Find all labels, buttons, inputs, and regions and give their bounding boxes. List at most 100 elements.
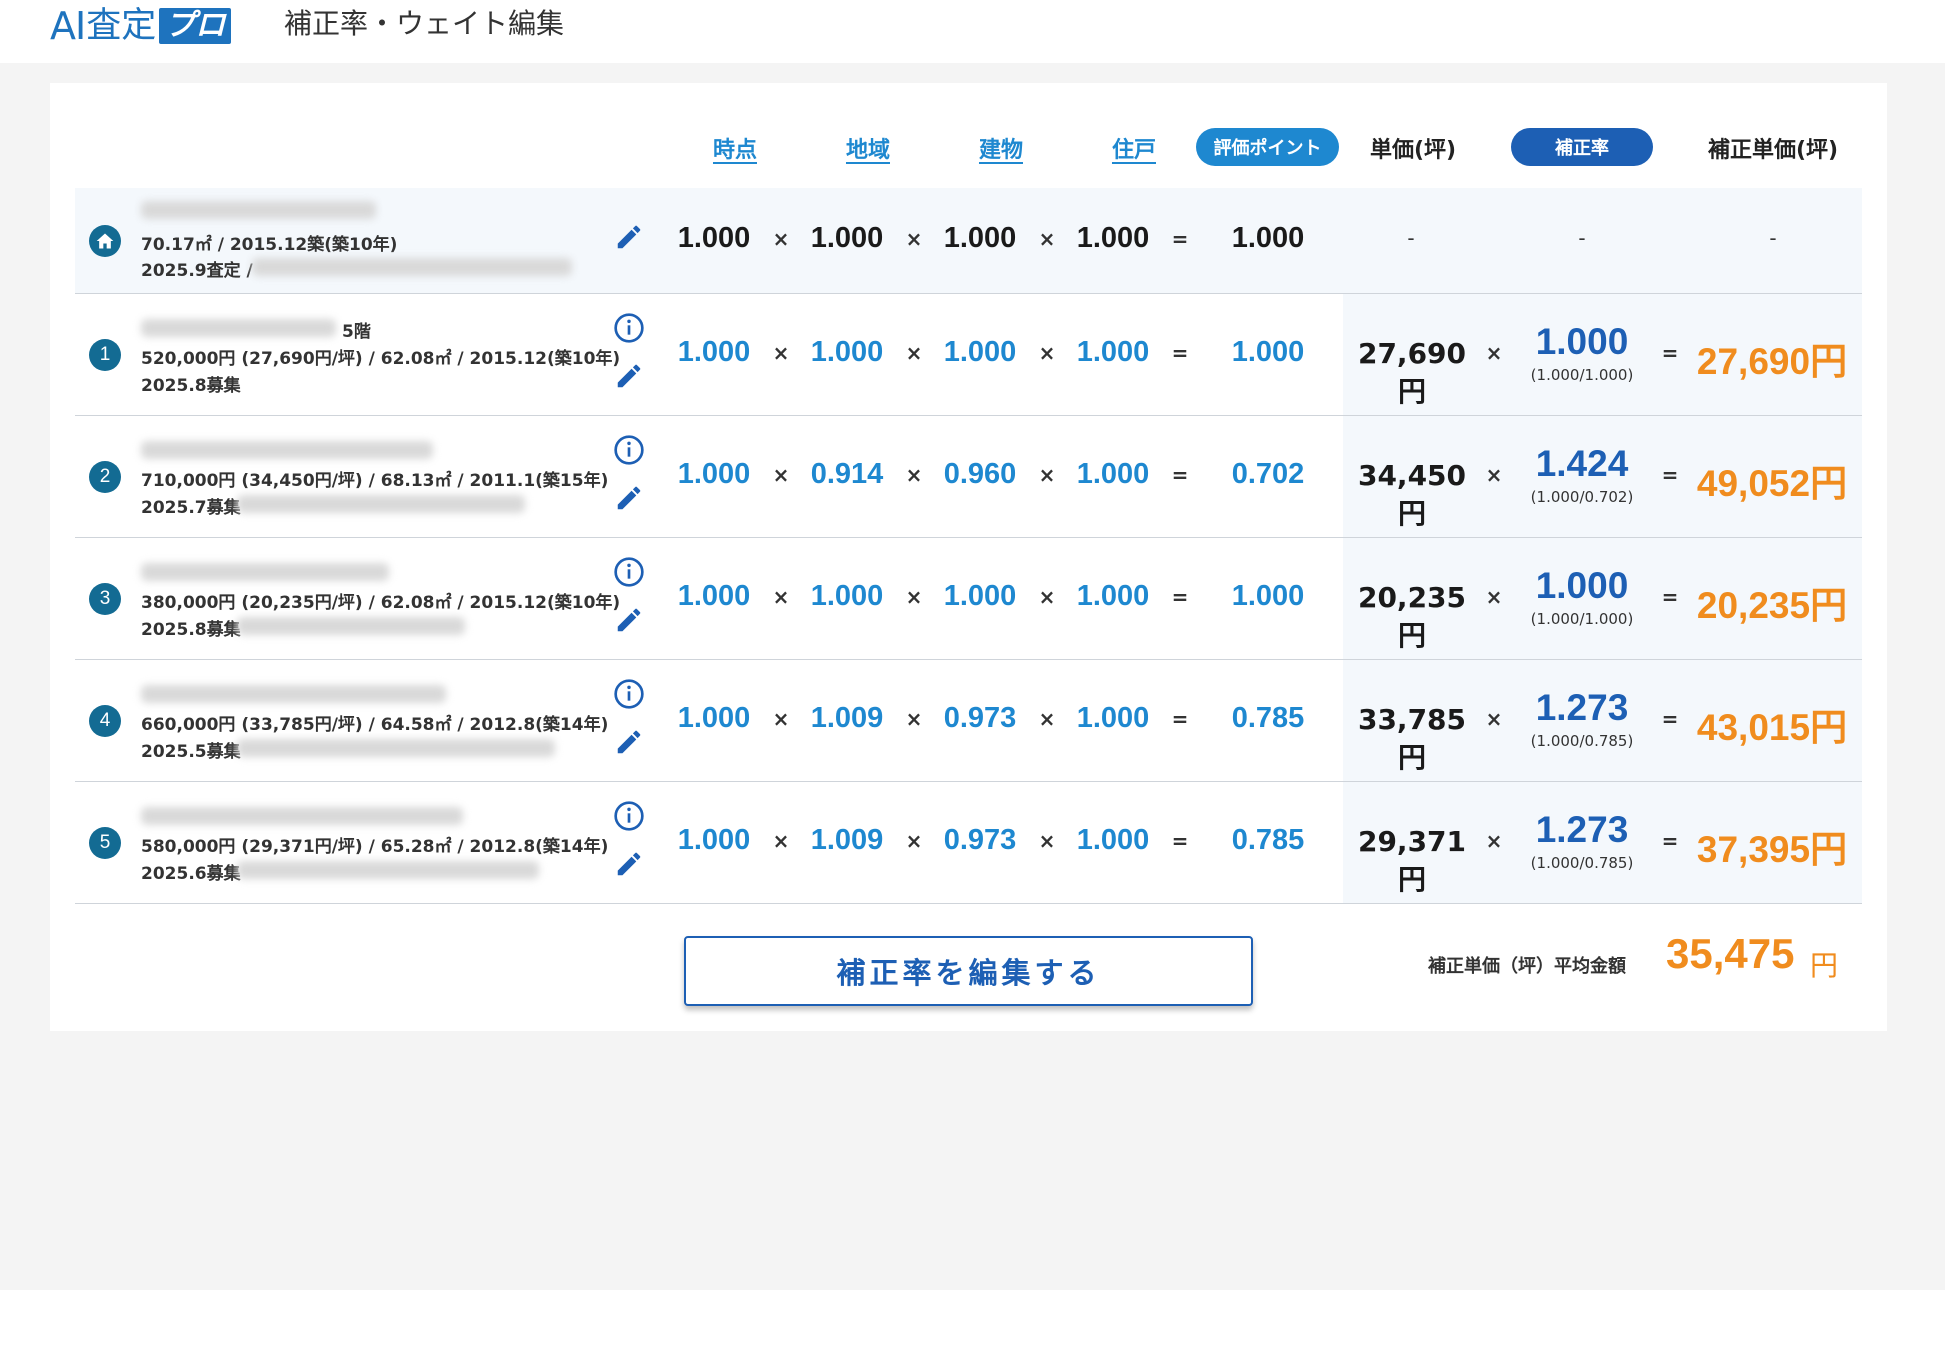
- row-edit-pencil-icon[interactable]: [611, 602, 647, 638]
- equals-sign: =: [1171, 341, 1189, 365]
- row-value-juko: 1.000: [1076, 336, 1150, 368]
- header-juko-link[interactable]: 住戸: [1079, 128, 1189, 168]
- times-sign: ×: [1485, 829, 1503, 853]
- times-sign: ×: [772, 463, 790, 487]
- app-header: AI 査定 プロ 補正率・ウェイト編集: [0, 0, 1945, 63]
- times-sign: ×: [1038, 707, 1056, 731]
- row-number-badge: 1: [89, 339, 121, 371]
- subject-value-tatemono: 1.000: [943, 222, 1017, 254]
- row-correction-rate: 1.273: [1535, 687, 1629, 728]
- times-sign: ×: [1038, 227, 1056, 251]
- row-info-icon[interactable]: [611, 798, 647, 834]
- row-unit-price: 27,690円: [1357, 337, 1467, 408]
- row-number-badge: 2: [89, 461, 121, 493]
- row-corrected-unit-price: 37,395円: [1696, 829, 1848, 870]
- blurred-detail: [237, 739, 555, 757]
- row-info-line1: 660,000円 (33,785円/坪) / 64.58㎡ / 2012.8(築…: [141, 715, 609, 735]
- header-jiten-link[interactable]: 時点: [680, 128, 790, 168]
- row-correction-rate-formula: (1.000/1.000): [1530, 610, 1634, 628]
- blurred-detail: [252, 258, 572, 276]
- equals-sign: =: [1661, 341, 1679, 365]
- equals-sign: =: [1171, 707, 1189, 731]
- subject-info-line2: 2025.9査定 /: [141, 261, 253, 281]
- times-sign: ×: [905, 707, 923, 731]
- times-sign: ×: [1485, 585, 1503, 609]
- times-sign: ×: [1038, 463, 1056, 487]
- row-eval-point: 1.000: [1231, 580, 1305, 612]
- times-sign: ×: [772, 227, 790, 251]
- row-value-jiten: 1.000: [677, 336, 751, 368]
- edit-correction-rate-button[interactable]: 補正率を編集する: [684, 936, 1253, 1006]
- row-edit-pencil-icon[interactable]: [611, 358, 647, 394]
- row-info-icon[interactable]: [611, 554, 647, 590]
- blurred-detail: [237, 617, 465, 635]
- row-eval-point: 0.785: [1231, 824, 1305, 856]
- row-correction-rate-formula: (1.000/0.702): [1530, 488, 1634, 506]
- times-sign: ×: [1485, 463, 1503, 487]
- page-title: 補正率・ウェイト編集: [284, 7, 565, 40]
- times-sign: ×: [1485, 707, 1503, 731]
- row-correction-rate-formula: (1.000/1.000): [1530, 366, 1634, 384]
- subject-value-juko: 1.000: [1076, 222, 1150, 254]
- row-correction-rate: 1.000: [1535, 321, 1629, 362]
- times-sign: ×: [772, 829, 790, 853]
- row-value-juko: 1.000: [1076, 824, 1150, 856]
- row-info-icon[interactable]: [611, 676, 647, 712]
- subject-eval-point: 1.000: [1231, 222, 1305, 254]
- equals-sign: =: [1661, 463, 1679, 487]
- row-unit-price: 33,785円: [1357, 703, 1467, 774]
- subject-unit-price-dash: -: [1407, 226, 1415, 250]
- header-corrected-unit-price: 補正単価(坪): [1707, 138, 1839, 163]
- header-chiiki-link[interactable]: 地域: [813, 128, 923, 168]
- row-value-tatemono: 0.973: [943, 702, 1017, 734]
- times-sign: ×: [1038, 829, 1056, 853]
- row-unit-price: 34,450円: [1357, 459, 1467, 530]
- row-info-line2: 2025.6募集: [141, 864, 241, 884]
- subject-value-chiiki: 1.000: [810, 222, 884, 254]
- row-value-chiiki: 1.000: [810, 580, 884, 612]
- average-unit: 円: [1810, 949, 1839, 982]
- row-info-icon[interactable]: [611, 310, 647, 346]
- blurred-address: [141, 685, 446, 703]
- home-icon: [89, 225, 121, 257]
- row-corrected-unit-price: 20,235円: [1696, 585, 1848, 626]
- row-value-tatemono: 0.973: [943, 824, 1017, 856]
- blurred-address: [141, 319, 336, 337]
- header-correction-rate-pill: 補正率: [1511, 128, 1653, 166]
- row-value-chiiki: 1.009: [810, 702, 884, 734]
- subject-edit-pencil-icon[interactable]: [611, 219, 647, 255]
- row-info-line2: 2025.8募集: [141, 376, 241, 396]
- row-info-line1: 710,000円 (34,450円/坪) / 68.13㎡ / 2011.1(築…: [141, 471, 609, 491]
- times-sign: ×: [1038, 585, 1056, 609]
- row-value-jiten: 1.000: [677, 580, 751, 612]
- row-correction-rate-formula: (1.000/0.785): [1530, 854, 1634, 872]
- row-edit-pencil-icon[interactable]: [611, 846, 647, 882]
- row-info-icon[interactable]: [611, 432, 647, 468]
- row-value-tatemono: 1.000: [943, 580, 1017, 612]
- app-logo[interactable]: AI 査定 プロ: [50, 6, 232, 46]
- row-info-line1: 380,000円 (20,235円/坪) / 62.08㎡ / 2015.12(…: [141, 593, 621, 613]
- blurred-detail: [237, 861, 539, 879]
- equals-sign: =: [1171, 585, 1189, 609]
- subject-info-line1: 70.17㎡ / 2015.12築(築10年): [141, 235, 398, 255]
- row-value-jiten: 1.000: [677, 458, 751, 490]
- header-unit-price: 単価(坪): [1369, 138, 1457, 163]
- header-tatemono-link[interactable]: 建物: [946, 128, 1056, 168]
- row-correction-rate-formula: (1.000/0.785): [1530, 732, 1634, 750]
- row-unit-price: 20,235円: [1357, 581, 1467, 652]
- times-sign: ×: [1485, 341, 1503, 365]
- row-eval-point: 0.702: [1231, 458, 1305, 490]
- row-edit-pencil-icon[interactable]: [611, 724, 647, 760]
- row-unit-price: 29,371円: [1357, 825, 1467, 896]
- row-corrected-unit-price: 49,052円: [1696, 463, 1848, 504]
- row-eval-point: 1.000: [1231, 336, 1305, 368]
- row-info-floor: 5階: [342, 322, 371, 342]
- row-correction-rate: 1.424: [1535, 443, 1629, 484]
- equals-sign: =: [1661, 585, 1679, 609]
- row-edit-pencil-icon[interactable]: [611, 480, 647, 516]
- row-number-badge: 4: [89, 705, 121, 737]
- row-value-jiten: 1.000: [677, 702, 751, 734]
- row-value-jiten: 1.000: [677, 824, 751, 856]
- times-sign: ×: [1038, 341, 1056, 365]
- blurred-address: [141, 441, 433, 459]
